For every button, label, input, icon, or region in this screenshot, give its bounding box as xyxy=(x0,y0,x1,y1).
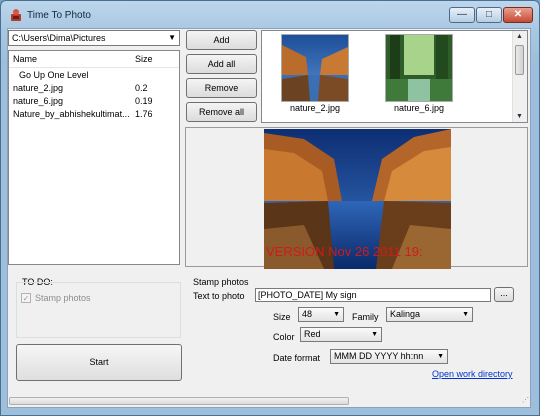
thumbnail-panel[interactable]: nature_2.jpg nature_6.jpg ▲ ▼ xyxy=(261,30,528,123)
remove-all-button[interactable]: Remove all xyxy=(186,102,257,122)
stamp-photos-label: Stamp photos xyxy=(35,293,91,303)
scroll-down-icon[interactable]: ▼ xyxy=(516,113,523,120)
file-name: Go Up One Level xyxy=(19,70,89,80)
date-format-value: MMM DD YYYY hh:nn xyxy=(334,351,424,361)
status-bar: ⋰ xyxy=(7,395,531,407)
size-select[interactable]: 48 ▼ xyxy=(298,307,344,322)
size-value: 48 xyxy=(302,309,313,319)
list-item[interactable]: nature_6.jpg 0.19 xyxy=(9,95,179,108)
list-item[interactable]: Nature_by_abhishekultimat... 1.76 xyxy=(9,108,179,121)
preview-image: VERSION Nov 26 2011 19: xyxy=(264,129,451,269)
scroll-up-icon[interactable]: ▲ xyxy=(516,33,523,40)
date-format-label: Date format xyxy=(273,353,321,363)
file-size: 0.19 xyxy=(135,96,153,106)
color-label: Color xyxy=(273,332,295,342)
resize-grip-icon[interactable]: ⋰ xyxy=(522,396,529,404)
chevron-down-icon: ▼ xyxy=(371,331,378,338)
thumbnail-image[interactable] xyxy=(281,34,349,102)
add-button[interactable]: Add xyxy=(186,30,257,50)
thumbnail-image[interactable] xyxy=(385,34,453,102)
list-item-go-up[interactable]: Go Up One Level xyxy=(9,69,179,82)
column-header-name[interactable]: Name xyxy=(13,54,37,64)
scrollbar-thumb[interactable] xyxy=(515,45,524,75)
file-list-header: Name Size xyxy=(9,51,179,68)
family-label: Family xyxy=(352,312,379,322)
stamp-group-title: Stamp photos xyxy=(193,277,249,287)
text-options-button[interactable]: ... xyxy=(494,287,514,302)
size-label: Size xyxy=(273,312,291,322)
file-size: 0.2 xyxy=(135,83,148,93)
folder-path-value: C:\Users\Dima\Pictures xyxy=(12,33,106,43)
window-title: Time To Photo xyxy=(27,10,91,21)
file-name: nature_2.jpg xyxy=(13,83,64,93)
file-list[interactable]: Name Size Go Up One Level nature_2.jpg 0… xyxy=(8,50,180,265)
color-select[interactable]: Red ▼ xyxy=(300,327,382,342)
thumbnail-scrollbar[interactable]: ▲ ▼ xyxy=(512,31,527,122)
file-name: nature_6.jpg xyxy=(13,96,64,106)
minimize-button[interactable]: — xyxy=(449,7,475,23)
date-format-select[interactable]: MMM DD YYYY hh:nn ▼ xyxy=(330,349,448,364)
file-name: Nature_by_abhishekultimat... xyxy=(13,109,130,119)
title-bar[interactable]: Time To Photo — □ ✕ xyxy=(1,1,539,29)
remove-button[interactable]: Remove xyxy=(186,78,257,98)
stamp-photos-checkbox[interactable]: ✓ xyxy=(21,293,31,303)
color-value: Red xyxy=(304,329,321,339)
folder-path-select[interactable]: C:\Users\Dima\Pictures ▼ xyxy=(8,30,180,46)
font-family-select[interactable]: Kalinga ▼ xyxy=(386,307,473,322)
open-work-directory-link[interactable]: Open work directory xyxy=(432,369,513,379)
chevron-down-icon: ▼ xyxy=(333,311,340,318)
chevron-down-icon: ▼ xyxy=(462,311,469,318)
stamp-preview-text: VERSION Nov 26 2011 19: xyxy=(266,244,423,259)
column-header-size[interactable]: Size xyxy=(135,54,153,64)
text-to-photo-label: Text to photo xyxy=(193,291,245,301)
file-size: 1.76 xyxy=(135,109,153,119)
chevron-down-icon: ▼ xyxy=(437,353,444,360)
start-button[interactable]: Start xyxy=(16,344,182,381)
list-item[interactable]: nature_2.jpg 0.2 xyxy=(9,82,179,95)
text-to-photo-input[interactable]: [PHOTO_DATE] My sign xyxy=(255,288,491,302)
thumbnail-label: nature_2.jpg xyxy=(289,103,341,113)
todo-group: ✓ Stamp photos xyxy=(16,282,181,338)
chevron-down-icon: ▼ xyxy=(168,33,176,42)
font-family-value: Kalinga xyxy=(390,309,421,319)
progress-bar xyxy=(9,397,349,405)
app-icon xyxy=(11,9,21,21)
close-button[interactable]: ✕ xyxy=(503,7,533,23)
thumbnail-label: nature_6.jpg xyxy=(393,103,445,113)
add-all-button[interactable]: Add all xyxy=(186,54,257,74)
maximize-button[interactable]: □ xyxy=(476,7,502,23)
